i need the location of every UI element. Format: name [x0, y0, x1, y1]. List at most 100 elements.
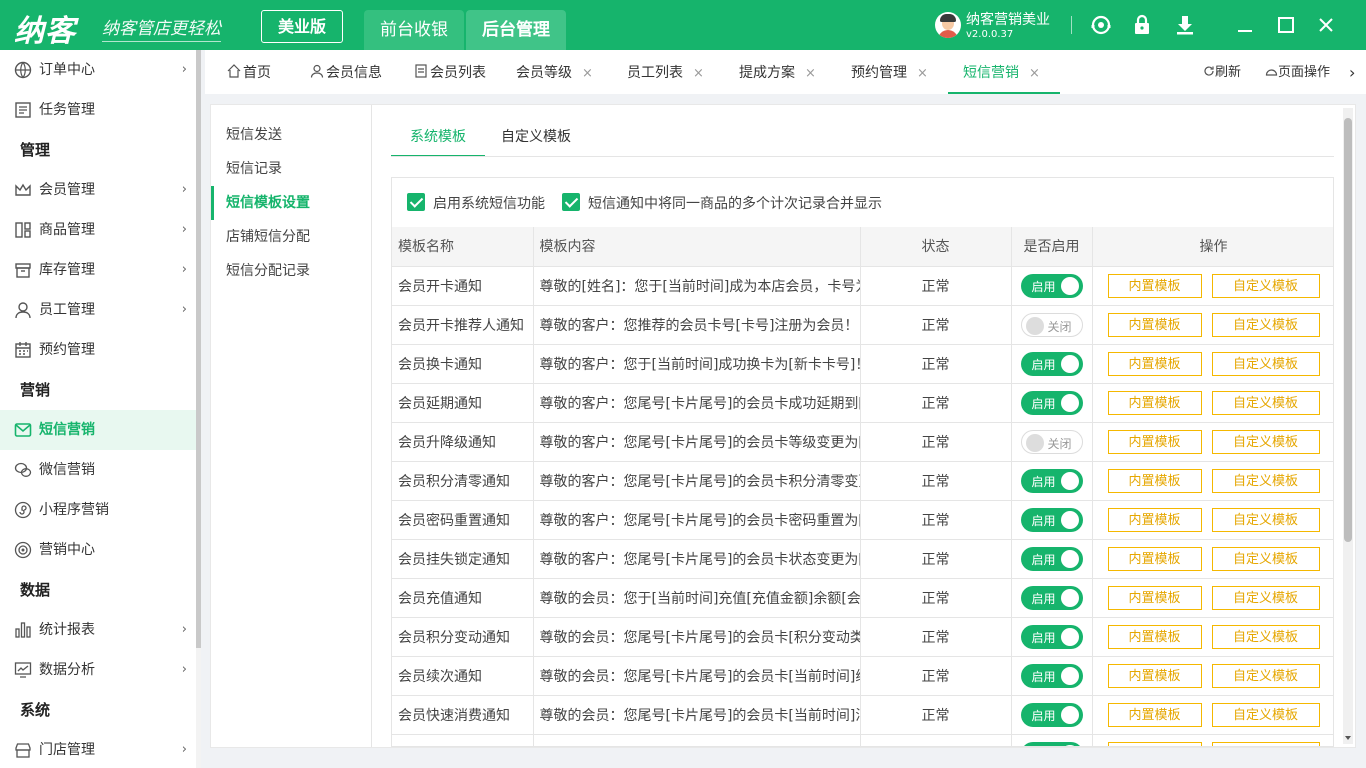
tab-close-icon[interactable]: ×: [1029, 66, 1040, 81]
subnav-item[interactable]: 店铺短信分配: [211, 220, 371, 254]
toggle-knob: [1060, 510, 1079, 529]
content-scrollbar[interactable]: [1343, 108, 1353, 744]
sidebar-item-task[interactable]: 任务管理: [0, 90, 196, 130]
template-status: 正常: [860, 461, 1012, 501]
page-ops-button[interactable]: 页面操作: [1265, 50, 1330, 94]
custom-template-button[interactable]: 自定义模板: [1211, 741, 1320, 746]
tab-close-icon[interactable]: ×: [693, 66, 704, 81]
tab-home[interactable]: 首页: [227, 50, 271, 94]
enable-toggle[interactable]: 启用: [1020, 468, 1083, 493]
builtin-template-button[interactable]: 内置模板: [1107, 429, 1202, 454]
builtin-template-button[interactable]: 内置模板: [1107, 507, 1202, 532]
user-name[interactable]: 纳客营销美业: [966, 9, 1050, 29]
custom-template-button[interactable]: 自定义模板: [1211, 585, 1320, 610]
refresh-button[interactable]: 刷新: [1203, 50, 1241, 94]
custom-template-button[interactable]: 自定义模板: [1211, 273, 1320, 298]
enable-toggle[interactable]: 启用: [1020, 390, 1083, 415]
tab-booking[interactable]: 预约管理 ×: [851, 50, 928, 94]
sidebar-item-bar-chart[interactable]: 统计报表 ›: [0, 610, 196, 650]
sidebar-item-wechat[interactable]: 微信营销: [0, 450, 196, 490]
tab-close-icon[interactable]: ×: [582, 66, 593, 81]
builtin-template-button[interactable]: 内置模板: [1107, 468, 1202, 493]
builtin-template-button[interactable]: 内置模板: [1107, 663, 1202, 688]
tab-close-icon[interactable]: ×: [805, 66, 816, 81]
sidebar-item-crown[interactable]: 会员管理 ›: [0, 170, 196, 210]
maximize-icon[interactable]: [1274, 13, 1298, 37]
custom-template-button[interactable]: 自定义模板: [1211, 312, 1320, 337]
builtin-template-button[interactable]: 内置模板: [1107, 351, 1202, 376]
custom-template-button[interactable]: 自定义模板: [1211, 429, 1320, 454]
enable-toggle[interactable]: 关闭: [1020, 429, 1083, 454]
support-icon[interactable]: [1089, 13, 1113, 37]
template-content: 尊敬的会员：您于[当前时间]充值[充值金额]余额[会员: [533, 578, 861, 618]
sidebar-item-miniapp[interactable]: 小程序营销: [0, 490, 196, 530]
subnav-item[interactable]: 短信记录: [211, 152, 371, 186]
toggle-label: 关闭: [1047, 436, 1072, 451]
subnav-item[interactable]: 短信模板设置: [211, 186, 371, 220]
enable-toggle[interactable]: 关闭: [1020, 312, 1083, 337]
custom-template-button[interactable]: 自定义模板: [1211, 702, 1320, 727]
lock-icon[interactable]: [1130, 13, 1154, 37]
tab-member-level[interactable]: 会员等级 ×: [516, 50, 593, 94]
enable-toggle[interactable]: 启用: [1020, 546, 1083, 571]
tab-commission[interactable]: 提成方案 ×: [739, 50, 816, 94]
enable-toggle[interactable]: 启用: [1020, 741, 1083, 746]
enable-toggle[interactable]: 启用: [1020, 273, 1083, 298]
download-icon[interactable]: [1173, 13, 1197, 37]
tab-member-list[interactable]: 会员列表: [414, 50, 486, 94]
enable-toggle[interactable]: 启用: [1020, 702, 1083, 727]
builtin-template-button[interactable]: 内置模板: [1107, 624, 1202, 649]
builtin-template-button[interactable]: 内置模板: [1107, 585, 1202, 610]
custom-template-button[interactable]: 自定义模板: [1211, 546, 1320, 571]
subnav-item[interactable]: 短信分配记录: [211, 254, 371, 288]
nav-backend[interactable]: 后台管理: [466, 10, 566, 50]
user-avatar[interactable]: [935, 12, 961, 38]
edition-button[interactable]: 美业版: [261, 10, 343, 43]
tab-system-templates[interactable]: 系统模板: [391, 123, 485, 157]
sidebar-scrollbar[interactable]: [196, 50, 201, 768]
builtin-template-button[interactable]: 内置模板: [1107, 312, 1202, 337]
subnav-item[interactable]: 短信发送: [211, 118, 371, 152]
builtin-template-button[interactable]: 内置模板: [1107, 702, 1202, 727]
enable-toggle[interactable]: 启用: [1020, 585, 1083, 610]
scroll-thumb[interactable]: [1344, 118, 1352, 542]
tab-member-info[interactable]: 会员信息: [310, 50, 382, 94]
tab-sms-marketing[interactable]: 短信营销 ×: [948, 50, 1060, 94]
sidebar-item-goods[interactable]: 商品管理 ›: [0, 210, 196, 250]
builtin-template-button[interactable]: 内置模板: [1107, 390, 1202, 415]
sidebar-item-label: 微信营销: [39, 462, 95, 478]
tab-custom-templates[interactable]: 自定义模板: [501, 123, 571, 157]
sidebar-item-staff[interactable]: 员工管理 ›: [0, 290, 196, 330]
sidebar-item-store[interactable]: 门店管理 ›: [0, 730, 196, 768]
enable-toggle[interactable]: 启用: [1020, 351, 1083, 376]
scroll-down-icon[interactable]: [1343, 734, 1353, 742]
builtin-template-button[interactable]: 内置模板: [1107, 273, 1202, 298]
builtin-template-button[interactable]: 内置模板: [1107, 741, 1202, 746]
sidebar-item-stock[interactable]: 库存管理 ›: [0, 250, 196, 290]
close-icon[interactable]: [1314, 13, 1338, 37]
sidebar-item-order[interactable]: 订单中心 ›: [0, 50, 196, 90]
tab-close-icon[interactable]: ×: [917, 66, 928, 81]
custom-template-button[interactable]: 自定义模板: [1211, 507, 1320, 532]
custom-template-button[interactable]: 自定义模板: [1211, 663, 1320, 688]
enable-toggle[interactable]: 启用: [1020, 624, 1083, 649]
custom-template-button[interactable]: 自定义模板: [1211, 390, 1320, 415]
table-row: 会员换卡通知 尊敬的客户：您于[当前时间]成功换卡为[新卡卡号]！ 正常 启用 内置模板…: [392, 344, 1333, 384]
custom-template-button[interactable]: 自定义模板: [1211, 351, 1320, 376]
tab-scroll-right-icon[interactable]: ›: [1349, 50, 1355, 94]
sidebar-item-target[interactable]: 营销中心: [0, 530, 196, 570]
enable-sms-checkbox[interactable]: 启用系统短信功能: [407, 193, 545, 214]
toggle-knob: [1060, 393, 1079, 412]
sidebar-item-mail[interactable]: 短信营销: [0, 410, 196, 450]
builtin-template-button[interactable]: 内置模板: [1107, 546, 1202, 571]
sidebar-item-calendar[interactable]: 预约管理: [0, 330, 196, 370]
sidebar-item-analysis[interactable]: 数据分析 ›: [0, 650, 196, 690]
custom-template-button[interactable]: 自定义模板: [1211, 468, 1320, 493]
enable-toggle[interactable]: 启用: [1020, 507, 1083, 532]
merge-records-checkbox[interactable]: 短信通知中将同一商品的多个计次记录合并显示: [562, 193, 882, 214]
nav-front-cashier[interactable]: 前台收银: [364, 10, 464, 50]
enable-toggle[interactable]: 启用: [1020, 663, 1083, 688]
minimize-icon[interactable]: [1233, 13, 1257, 37]
custom-template-button[interactable]: 自定义模板: [1211, 624, 1320, 649]
tab-staff-list[interactable]: 员工列表 ×: [627, 50, 704, 94]
